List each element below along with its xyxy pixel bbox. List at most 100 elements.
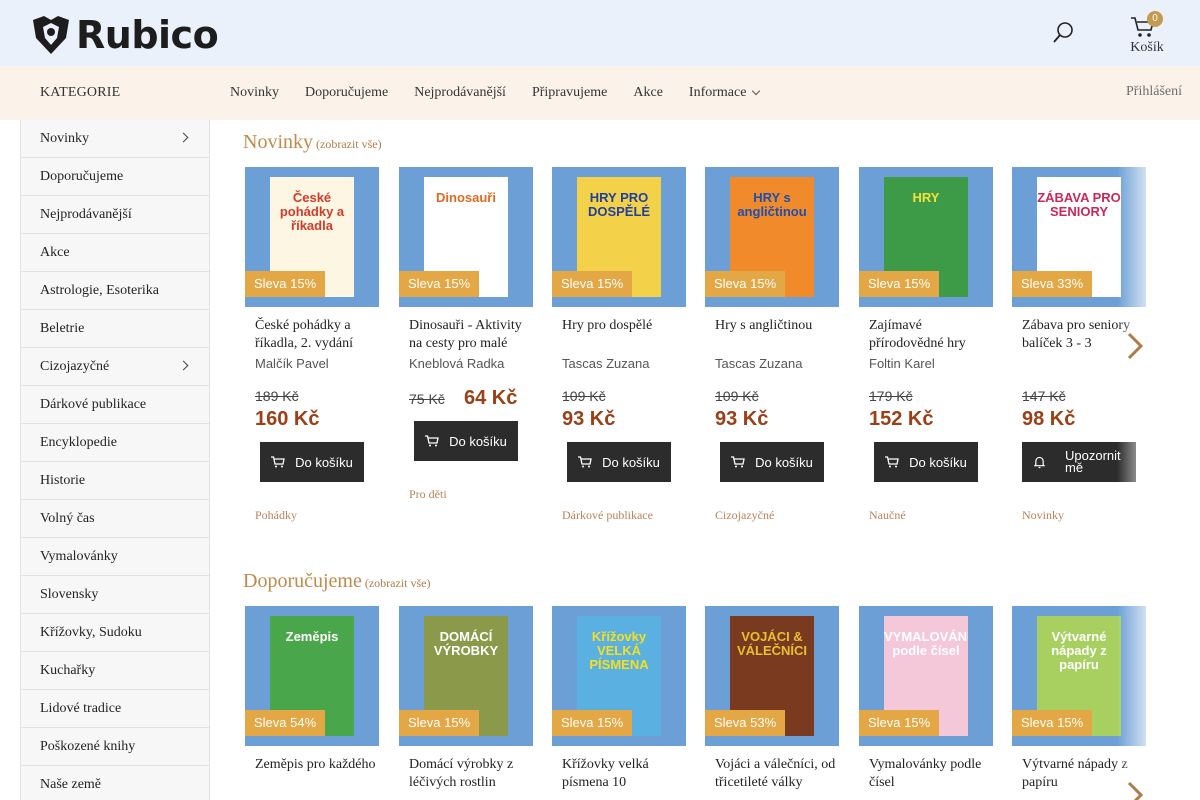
sidebar-item-krizovky[interactable]: Křížovky, Sudoku xyxy=(21,614,209,652)
sidebar-item-encyklopedie[interactable]: Encyklopedie xyxy=(21,424,209,462)
section-title-text[interactable]: Doporučujeme xyxy=(243,570,362,592)
product-name[interactable]: Křížovky velká písmena 10 xyxy=(562,756,686,791)
login-link[interactable]: Přihlášení xyxy=(1126,84,1182,100)
search-button[interactable] xyxy=(1050,20,1076,46)
product-carousel-doporucujeme: Zeměpis Sleva 54% Zeměpis pro každého DO… xyxy=(245,606,1200,800)
sidebar-item-label: Akce xyxy=(40,245,70,260)
product-name[interactable]: Zajímavé přírodovědné hry xyxy=(869,317,993,352)
add-to-cart-button[interactable]: Do košíku xyxy=(720,442,824,482)
product-category[interactable]: Pohádky xyxy=(255,508,297,523)
sidebar-item-lidove-tradice[interactable]: Lidové tradice xyxy=(21,690,209,728)
cover-title: České pohádky a říkadla xyxy=(279,190,345,233)
old-price: 109 Kč xyxy=(715,388,759,404)
discount-badge: Sleva 33% xyxy=(1012,271,1093,297)
product-name[interactable]: Vymalovánky podle čísel xyxy=(869,756,993,791)
cover-title: Výtvarné nápady z papíru xyxy=(1051,629,1107,672)
add-to-cart-button[interactable]: Do košíku xyxy=(874,442,978,482)
product-author[interactable]: Kneblová Radka xyxy=(409,356,533,371)
sidebar-item-kucharky[interactable]: Kuchařky xyxy=(21,652,209,690)
sidebar-item-poskozene[interactable]: Poškozené knihy xyxy=(21,728,209,766)
product-name[interactable]: Dinosauři - Aktivity na cesty pro malé xyxy=(409,317,533,352)
product-image[interactable]: DOMÁCÍ VÝROBKY Sleva 15% xyxy=(399,606,533,746)
price: 93 Kč xyxy=(715,408,769,430)
product-name[interactable]: České pohádky a říkadla, 2. vydání xyxy=(255,317,379,352)
chevron-right-icon[interactable] xyxy=(1126,780,1144,800)
nav-item-akce[interactable]: Akce xyxy=(633,85,663,101)
product-name[interactable]: Hry s angličtinou xyxy=(715,317,839,335)
sidebar-item-akce[interactable]: Akce xyxy=(21,234,209,272)
chevron-right-icon xyxy=(178,360,189,371)
product-image[interactable]: HRY s angličtinou Sleva 15% xyxy=(705,167,839,307)
sidebar-item-label: Beletrie xyxy=(40,321,85,336)
product-name[interactable]: Vojáci a válečníci, od třicetileté války xyxy=(715,756,839,791)
discount-badge: Sleva 15% xyxy=(399,271,480,297)
show-all-link[interactable]: (zobrazit vše) xyxy=(365,576,431,590)
nav-item-doporucujeme[interactable]: Doporučujeme xyxy=(305,85,388,101)
sidebar-item-darkove[interactable]: Dárkové publikace xyxy=(21,386,209,424)
nav-item-informace[interactable]: Informace xyxy=(688,85,761,101)
section-title-novinky: Novinky (zobrazit vše) xyxy=(243,131,382,154)
sidebar-item-beletrie[interactable]: Beletrie xyxy=(21,310,209,348)
product-category[interactable]: Cizojazyčné xyxy=(715,508,774,523)
sidebar-item-historie[interactable]: Historie xyxy=(21,462,209,500)
sidebar-item-doporucujeme[interactable]: Doporučujeme xyxy=(21,158,209,196)
product-image[interactable]: HRY Sleva 15% xyxy=(859,167,993,307)
product-category[interactable]: Dárkové publikace xyxy=(562,508,653,523)
sidebar-item-cizojazycne[interactable]: Cizojazyčné xyxy=(21,348,209,386)
sidebar-item-vymalovanky[interactable]: Vymalovánky xyxy=(21,538,209,576)
button-label: Do košíku xyxy=(295,454,353,470)
product-image[interactable]: České pohádky a říkadla Sleva 15% xyxy=(245,167,379,307)
sidebar-item-nase-zeme[interactable]: Naše země xyxy=(21,766,209,800)
product-name[interactable]: Zeměpis pro každého xyxy=(255,756,379,774)
sidebar-item-slovensky[interactable]: Slovensky xyxy=(21,576,209,614)
add-to-cart-button[interactable]: Do košíku xyxy=(567,442,671,482)
nav-item-pripravujeme[interactable]: Připravujeme xyxy=(532,85,607,101)
old-price: 189 Kč xyxy=(255,388,299,404)
product-author[interactable]: Tascas Zuzana xyxy=(715,356,839,371)
section-title-text[interactable]: Novinky xyxy=(243,131,313,153)
product-image[interactable]: HRY PRO DOSPĚLÉ Sleva 15% xyxy=(552,167,686,307)
product-author[interactable]: Foltin Karel xyxy=(869,356,993,371)
sidebar-item-astrologie[interactable]: Astrologie, Esoterika xyxy=(21,272,209,310)
old-price: 179 Kč xyxy=(869,388,913,404)
cart-button[interactable]: 0 Košík xyxy=(1122,11,1172,60)
product-image[interactable]: VOJÁCI & VÁLEČNÍCI Sleva 53% xyxy=(705,606,839,746)
cart-icon xyxy=(885,456,899,468)
sidebar-item-novinky[interactable]: Novinky xyxy=(21,120,209,158)
product-image[interactable]: Zeměpis Sleva 54% xyxy=(245,606,379,746)
discount-badge: Sleva 15% xyxy=(552,271,633,297)
sidebar-item-nejprodavanejsi[interactable]: Nejprodávanější xyxy=(21,196,209,234)
logo[interactable]: Rubico xyxy=(30,13,219,57)
nav-item-novinky[interactable]: Novinky xyxy=(230,85,279,101)
product-name[interactable]: Hry pro dospělé xyxy=(562,317,686,335)
discount-badge: Sleva 15% xyxy=(859,271,940,297)
sidebar-item-label: Lidové tradice xyxy=(40,701,122,716)
discount-badge: Sleva 53% xyxy=(705,710,786,736)
nav-item-nejprodavanejsi[interactable]: Nejprodávanější xyxy=(414,85,506,101)
product-category[interactable]: Naučné xyxy=(869,508,906,523)
product-category[interactable]: Pro děti xyxy=(409,487,447,502)
product-name[interactable]: Domácí výrobky z léčivých rostlin xyxy=(409,756,533,791)
sidebar-item-label: Poškozené knihy xyxy=(40,739,136,754)
product-image[interactable]: Křížovky VELKÁ PÍSMENA Sleva 15% xyxy=(552,606,686,746)
carousel-fade xyxy=(1117,606,1157,800)
product-author[interactable]: Malčík Pavel xyxy=(255,356,379,371)
cart-count-badge: 0 xyxy=(1147,11,1163,27)
chevron-right-icon[interactable] xyxy=(1126,331,1144,361)
show-all-link[interactable]: (zobrazit vše) xyxy=(316,137,382,151)
product-image[interactable]: VYMALOVÁNKY podle čísel Sleva 15% xyxy=(859,606,993,746)
chevron-down-icon xyxy=(752,86,761,96)
add-to-cart-button[interactable]: Do košíku xyxy=(260,442,364,482)
sidebar-item-label: Nejprodávanější xyxy=(40,207,132,222)
discount-badge: Sleva 15% xyxy=(859,710,940,736)
product-image[interactable]: Dinosauři Sleva 15% xyxy=(399,167,533,307)
nav-item-informace-label: Informace xyxy=(688,85,747,100)
product-category[interactable]: Novinky xyxy=(1022,508,1064,523)
add-to-cart-button[interactable]: Do košíku xyxy=(414,421,518,461)
logo-text: Rubico xyxy=(76,13,219,57)
cover-title: VYMALOVÁNKY podle čísel xyxy=(884,629,968,658)
button-label: Do košíku xyxy=(602,454,660,470)
product-author[interactable]: Tascas Zuzana xyxy=(562,356,686,371)
discount-badge: Sleva 15% xyxy=(399,710,480,736)
sidebar-item-volny-cas[interactable]: Volný čas xyxy=(21,500,209,538)
